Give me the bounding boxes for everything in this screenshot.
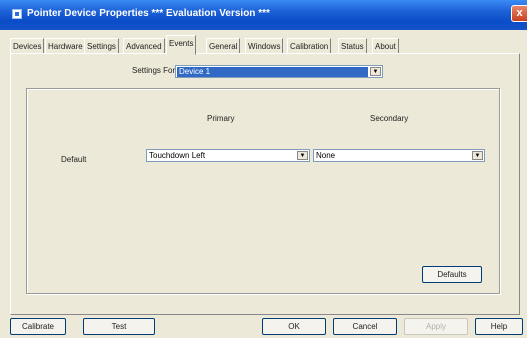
- default-event-label: Default: [61, 155, 87, 164]
- calibrate-button[interactable]: Calibrate: [10, 318, 66, 335]
- chevron-down-icon[interactable]: ▼: [297, 151, 308, 160]
- tab-about[interactable]: About: [372, 38, 399, 54]
- settings-for-dropdown[interactable]: Device 1 ▼: [175, 65, 383, 78]
- tab-events[interactable]: Events: [166, 35, 197, 55]
- tab-general[interactable]: General: [206, 38, 241, 54]
- primary-column-header: Primary: [207, 114, 235, 123]
- chevron-down-icon[interactable]: ▼: [472, 151, 483, 160]
- settings-for-value: Device 1: [177, 67, 368, 77]
- tab-hardware[interactable]: Hardware: [45, 38, 86, 54]
- secondary-column-header: Secondary: [370, 114, 409, 123]
- cancel-button[interactable]: Cancel: [333, 318, 397, 335]
- help-button[interactable]: Help: [475, 318, 523, 335]
- defaults-button[interactable]: Defaults: [422, 266, 482, 283]
- ok-button[interactable]: OK: [262, 318, 326, 335]
- test-button[interactable]: Test: [83, 318, 155, 335]
- settings-for-label: Settings For:: [132, 66, 178, 75]
- events-groupbox: [26, 88, 500, 294]
- secondary-event-dropdown[interactable]: None ▼: [313, 149, 485, 162]
- chevron-down-icon[interactable]: ▼: [370, 67, 381, 76]
- tab-strip: Devices Hardware Settings Advanced Event…: [10, 33, 518, 55]
- title-bar[interactable]: Pointer Device Properties *** Evaluation…: [0, 0, 527, 30]
- primary-event-value: Touchdown Left: [149, 151, 206, 160]
- apply-button[interactable]: Apply: [404, 318, 468, 335]
- tab-status[interactable]: Status: [338, 38, 367, 54]
- tab-advanced[interactable]: Advanced: [123, 38, 165, 54]
- secondary-event-value: None: [316, 151, 336, 160]
- primary-event-dropdown[interactable]: Touchdown Left ▼: [146, 149, 310, 162]
- tab-devices[interactable]: Devices: [10, 38, 45, 54]
- window-title: Pointer Device Properties *** Evaluation…: [27, 8, 270, 19]
- properties-window: Pointer Device Properties *** Evaluation…: [0, 0, 527, 338]
- tab-settings[interactable]: Settings: [84, 38, 119, 54]
- tab-calibration[interactable]: Calibration: [287, 38, 332, 54]
- tab-windows[interactable]: Windows: [245, 38, 284, 54]
- close-button[interactable]: x: [511, 5, 527, 22]
- app-icon: [12, 9, 22, 19]
